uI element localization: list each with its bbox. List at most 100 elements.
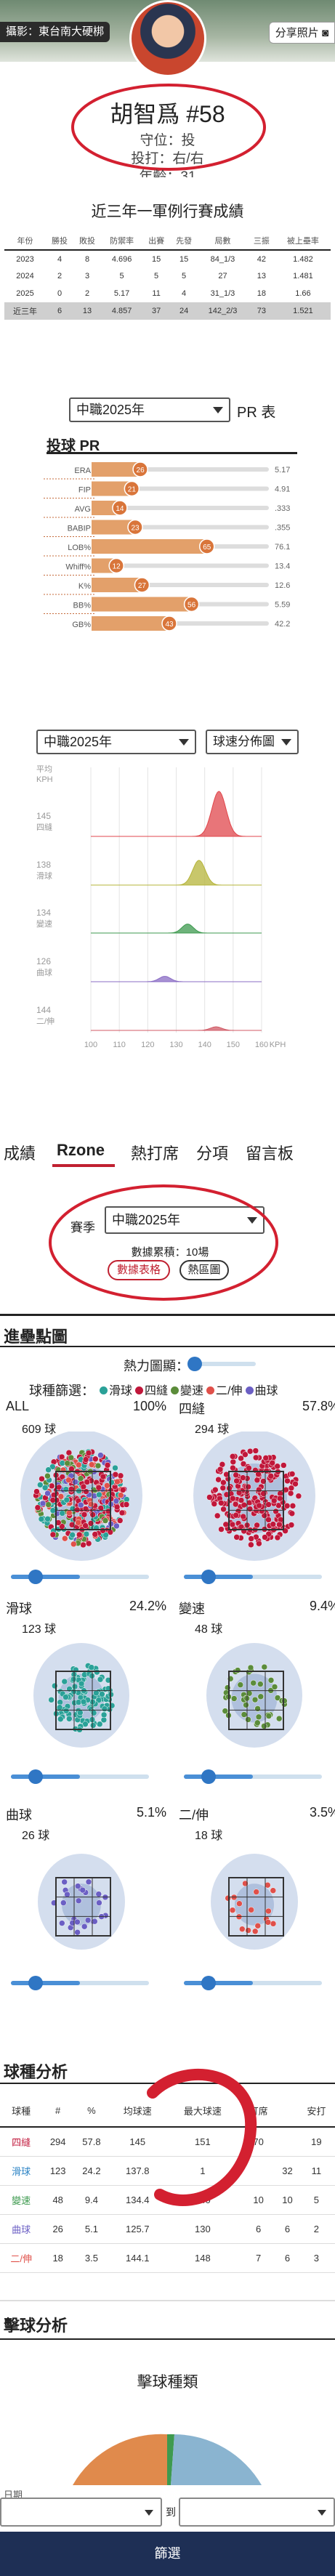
pitch-dot bbox=[64, 1891, 70, 1898]
record-header: 局數 bbox=[198, 231, 248, 251]
pr-row-label: GB% bbox=[72, 621, 91, 629]
pitch-cell bbox=[277, 2127, 298, 2157]
player-avatar bbox=[129, 0, 206, 77]
record-header: 三振 bbox=[247, 231, 275, 251]
pitch-dot bbox=[270, 1497, 278, 1504]
record-header-row: 年份 勝投 敗投 防禦率 出賽 先發 局數 三振 被上壘率 bbox=[4, 231, 331, 251]
pie-slice-ground bbox=[73, 2434, 167, 2485]
record-header: 勝投 bbox=[46, 231, 74, 251]
chevron-down-icon bbox=[281, 739, 291, 746]
batted-subtitle: 擊球種類 bbox=[137, 2374, 198, 2391]
pitch-dot bbox=[88, 1461, 95, 1468]
record-cell: 42 bbox=[257, 254, 266, 264]
tab-bar: 成績 Rzone 熱打席 分項 留言板 bbox=[0, 1134, 335, 1168]
slider-knob[interactable] bbox=[28, 1570, 43, 1584]
legend-label: 曲球 bbox=[254, 1385, 278, 1397]
pitch-dot bbox=[37, 1482, 44, 1488]
pitch-dot bbox=[63, 1496, 70, 1503]
tab-rzone[interactable]: Rzone bbox=[57, 1141, 105, 1160]
slider-knob[interactable] bbox=[28, 1976, 43, 1990]
legend-dot-icon bbox=[206, 1386, 215, 1394]
scatter-panel-pct: 3.5% bbox=[309, 1805, 335, 1820]
pitch-cell: 130 bbox=[165, 2214, 241, 2244]
pitch-dot bbox=[248, 1907, 254, 1913]
legend-item[interactable]: 變速 bbox=[171, 1381, 203, 1398]
pitch-location-plot bbox=[20, 1432, 142, 1561]
date-to-select[interactable] bbox=[179, 2498, 335, 2527]
legend-item[interactable]: 二/伸 bbox=[206, 1381, 243, 1398]
pitch-dot bbox=[233, 1471, 239, 1479]
pitch-cell: 7 bbox=[240, 2243, 278, 2273]
slider-knob[interactable] bbox=[28, 1769, 43, 1784]
pitch-dot bbox=[274, 1534, 281, 1541]
legend-item[interactable]: 曲球 bbox=[245, 1381, 278, 1398]
pitch-cell: 6 bbox=[277, 2214, 298, 2244]
scatter-panel-name: 滑球 bbox=[6, 1602, 32, 1616]
velocity-season-select[interactable]: 中職2025年 bbox=[36, 730, 196, 754]
pitch-dot bbox=[94, 1462, 102, 1469]
pitch-dot bbox=[57, 1716, 64, 1722]
pitch-dot bbox=[88, 1664, 95, 1671]
pitch-dot bbox=[118, 1492, 124, 1498]
slider-knob[interactable] bbox=[201, 1769, 216, 1784]
player-position: 守位：投 bbox=[140, 133, 195, 148]
record-cell: 15 bbox=[179, 254, 189, 264]
legend-dot-icon bbox=[100, 1386, 108, 1394]
legend-item[interactable]: 滑球 bbox=[100, 1381, 132, 1398]
pitch-cell: 5 bbox=[297, 2185, 335, 2215]
tab-hot-plate[interactable]: 熱打席 bbox=[131, 1141, 179, 1164]
record-cell: 2 bbox=[84, 289, 90, 298]
pitch-dot bbox=[75, 1519, 81, 1526]
pitch-dot bbox=[248, 1535, 254, 1542]
velocity-row-avg: 134 bbox=[36, 908, 51, 918]
chevron-down-icon bbox=[179, 739, 189, 746]
pitch-dot bbox=[288, 1471, 296, 1477]
record-header: 防禦率 bbox=[101, 231, 143, 251]
tab-splits[interactable]: 分項 bbox=[196, 1141, 228, 1164]
velocity-x-tick: 130 bbox=[169, 1041, 182, 1049]
pitch-dot bbox=[254, 1705, 261, 1712]
heat-slider-knob[interactable] bbox=[187, 1357, 202, 1371]
pr-row-label: LOB% bbox=[68, 544, 91, 552]
scatter-panel-pct: 100% bbox=[132, 1399, 166, 1413]
pitch-dot bbox=[243, 1702, 249, 1708]
pitch-dot bbox=[34, 1504, 41, 1511]
pr-season-select[interactable]: 中職2025年 bbox=[69, 397, 230, 422]
pitch-dot bbox=[225, 1894, 231, 1902]
pitch-dot bbox=[44, 1516, 51, 1522]
pr-percentile: 26 bbox=[137, 467, 145, 475]
velocity-chart-select[interactable]: 球速分佈圖 bbox=[206, 730, 299, 754]
pr-value: 4.91 bbox=[275, 485, 290, 494]
tab-stats[interactable]: 成績 bbox=[4, 1141, 36, 1164]
pitch-dot bbox=[75, 1897, 82, 1905]
pitch-location-plot bbox=[38, 1854, 125, 1950]
velocity-row-avg: 138 bbox=[36, 860, 51, 870]
scatter-panel: 變速9.4%48 球 bbox=[173, 1599, 335, 1795]
date-from-select[interactable] bbox=[0, 2498, 162, 2527]
pitch-dot bbox=[112, 1471, 119, 1478]
pitch-dot bbox=[75, 1461, 82, 1469]
pitch-dot bbox=[245, 1927, 251, 1934]
pitch-dot bbox=[246, 1465, 252, 1471]
filter-submit-button[interactable]: 篩選 bbox=[0, 2532, 335, 2576]
pitch-dot bbox=[82, 1506, 89, 1512]
tab-comments[interactable]: 留言板 bbox=[246, 1141, 294, 1164]
pitch-dot bbox=[100, 1527, 106, 1534]
pitch-dot bbox=[254, 1719, 261, 1727]
pitch-dot bbox=[261, 1663, 268, 1671]
pr-table-label: PR 表 bbox=[237, 405, 276, 421]
share-photo-button[interactable]: 分享照片 ◙ bbox=[268, 22, 335, 44]
pitch-dot bbox=[97, 1676, 104, 1683]
pitch-dot bbox=[113, 1503, 121, 1511]
slider-fill bbox=[11, 1774, 80, 1779]
pr-value: .355 bbox=[275, 524, 290, 533]
pitch-dot bbox=[82, 1456, 89, 1463]
record-cell: 5 bbox=[154, 272, 159, 280]
slider-knob[interactable] bbox=[201, 1976, 216, 1990]
pitch-cell: 19 bbox=[297, 2127, 335, 2157]
pr-chart: ERA 26 5.17 FIP 21 4.91 AVG 14 .333 BABIP 23 .355 LO… bbox=[44, 461, 290, 631]
record-cell: 31_1/3 bbox=[210, 289, 235, 298]
legend-dot-icon bbox=[171, 1386, 179, 1394]
slider-knob[interactable] bbox=[201, 1570, 216, 1584]
legend-item[interactable]: 四縫 bbox=[135, 1381, 168, 1398]
